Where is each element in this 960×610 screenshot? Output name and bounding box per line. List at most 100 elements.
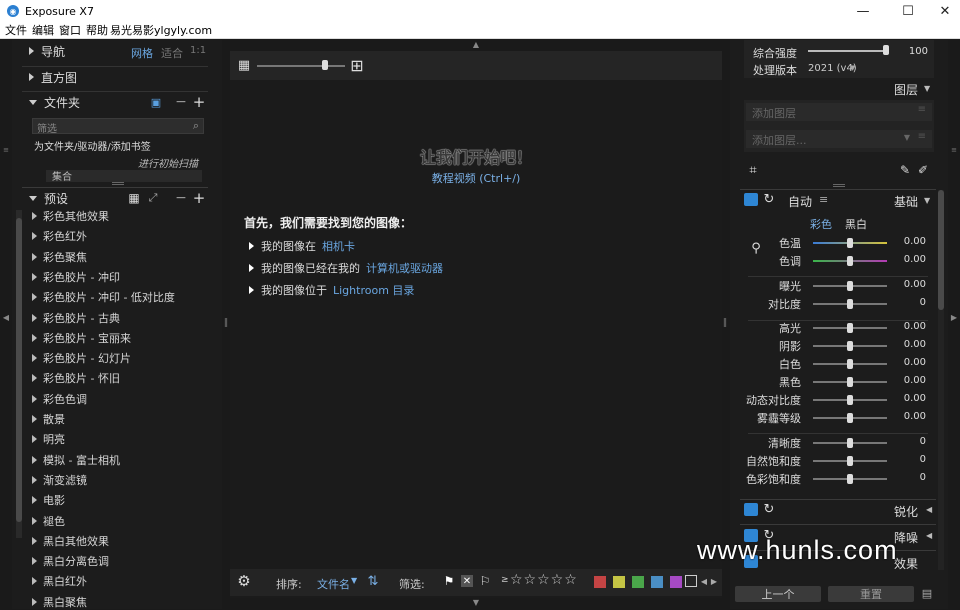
adjustment-value[interactable]: 0.00 <box>892 357 926 368</box>
adjustment-slider-knob[interactable] <box>847 456 853 466</box>
adjustment-value[interactable]: 0 <box>892 472 926 483</box>
preset-item[interactable]: 电影 <box>32 492 65 508</box>
preset-item[interactable]: 渐变滤镜 <box>32 472 87 488</box>
left-splitter-handle[interactable]: ‖ <box>223 316 229 330</box>
paint-icon[interactable]: ✐ <box>916 163 930 177</box>
nav-mode-fit[interactable]: 适合 <box>161 45 183 61</box>
menu-edit[interactable]: 编辑 <box>32 22 54 38</box>
folder-monitor-icon[interactable]: ▣ <box>149 96 163 109</box>
intensity-slider-knob[interactable] <box>883 45 889 55</box>
panel-menu-icon[interactable]: ▤ <box>919 586 935 600</box>
adjustment-value[interactable]: 0.00 <box>892 279 926 290</box>
adjustment-slider-knob[interactable] <box>847 323 853 333</box>
flag-pick-icon[interactable]: ⚑ <box>442 574 456 588</box>
adjustment-slider-knob[interactable] <box>847 359 853 369</box>
sharpen-toggle-icon[interactable] <box>744 503 758 516</box>
grid-view-icon[interactable]: ▦ <box>128 191 140 205</box>
preset-item[interactable]: 彩色聚焦 <box>32 249 87 265</box>
preset-scrollbar[interactable] <box>16 210 22 538</box>
folders-header[interactable]: 文件夹 <box>29 94 149 110</box>
computer-drive-link[interactable]: 计算机或驱动器 <box>366 260 443 276</box>
color-label-swatch[interactable] <box>613 576 625 588</box>
large-grid-icon[interactable]: ⊞ <box>349 56 365 75</box>
adjustment-slider-knob[interactable] <box>847 256 853 266</box>
thumbnail-slider-knob[interactable] <box>322 60 328 70</box>
right-scrollbar[interactable] <box>938 190 944 570</box>
preset-item[interactable]: 彩色胶片 - 冲印 <box>32 269 120 285</box>
basic-panel-title[interactable]: 基础 <box>894 193 918 210</box>
adjustment-slider-knob[interactable] <box>847 299 853 309</box>
left-arrow-icon[interactable]: ◀ <box>2 312 10 322</box>
collapse-arrow-icon[interactable]: ▼ <box>924 196 930 205</box>
layer-menu-icon[interactable]: ≡ <box>918 104 926 115</box>
maximize-button[interactable]: ☐ <box>893 0 923 22</box>
scrollbar-thumb[interactable] <box>16 218 22 522</box>
color-label-swatch[interactable] <box>651 576 663 588</box>
preset-item[interactable]: 明亮 <box>32 431 65 447</box>
panel-resize-handle[interactable] <box>112 182 124 185</box>
adjustment-slider-knob[interactable] <box>847 438 853 448</box>
preset-item[interactable]: 彩色胶片 - 怀旧 <box>32 370 120 386</box>
panel-resize-handle[interactable] <box>833 184 845 187</box>
tutorial-link[interactable]: 教程视频 (Ctrl+/) <box>230 170 722 186</box>
lightroom-link[interactable]: Lightroom 目录 <box>333 282 414 298</box>
star-rating-filter[interactable]: ☆☆☆☆☆ <box>510 572 578 588</box>
reset-cycle-icon[interactable]: ↻ <box>762 502 776 517</box>
adjustment-value[interactable]: 0 <box>892 454 926 465</box>
brush-icon[interactable]: ✎ <box>898 163 912 177</box>
color-label-swatch[interactable] <box>632 576 644 588</box>
nav-mode-1to1[interactable]: 1:1 <box>190 45 206 56</box>
reset-cycle-icon[interactable]: ↻ <box>762 192 776 207</box>
preset-item[interactable]: 黑白分离色调 <box>32 553 109 569</box>
preset-item[interactable]: 褪色 <box>32 513 65 529</box>
adjustment-value[interactable]: 0 <box>892 436 926 447</box>
close-button[interactable]: ✕ <box>930 0 960 22</box>
adjustment-slider-knob[interactable] <box>847 238 853 248</box>
preset-item[interactable]: 彩色胶片 - 幻灯片 <box>32 350 131 366</box>
adjustment-slider-knob[interactable] <box>847 377 853 387</box>
nav-mode-grid[interactable]: 网格 <box>131 45 153 61</box>
adjustment-value[interactable]: 0.00 <box>892 321 926 332</box>
remove-icon[interactable]: − <box>175 94 187 110</box>
left-collapse-handle[interactable]: ≡ <box>2 146 10 154</box>
adjustment-value[interactable]: 0.00 <box>892 375 926 386</box>
layer-row-1[interactable]: 添加图层 ≡ <box>746 103 932 121</box>
preset-item[interactable]: 彩色胶片 - 宝丽来 <box>32 330 131 346</box>
adjustment-value[interactable]: 0 <box>892 297 926 308</box>
right-arrow-icon[interactable]: ▶ <box>950 312 958 322</box>
camera-card-link[interactable]: 相机卡 <box>322 238 355 254</box>
adjustment-value[interactable]: 0.00 <box>892 339 926 350</box>
settings-gear-icon[interactable]: ⚙ <box>236 572 252 590</box>
preset-item[interactable]: 散景 <box>32 411 65 427</box>
sharpen-panel-title[interactable]: 锐化 <box>894 503 918 520</box>
presets-header[interactable]: 预设 <box>29 190 129 206</box>
adjustment-slider-knob[interactable] <box>847 474 853 484</box>
preset-item[interactable]: 彩色色调 <box>32 391 87 407</box>
sort-direction-icon[interactable]: ⇅ <box>366 574 380 589</box>
preset-item[interactable]: 黑白聚焦 <box>32 594 87 610</box>
adjustment-slider-knob[interactable] <box>847 341 853 351</box>
layer-row-2[interactable]: 添加图层... ▼ ≡ <box>746 130 932 148</box>
sort-dropdown[interactable]: 文件名 <box>317 576 350 592</box>
expand-arrow-icon[interactable]: ◀ <box>926 505 932 514</box>
layers-label[interactable]: 图层 <box>894 81 918 98</box>
flag-none-icon[interactable]: ⚐ <box>478 574 492 588</box>
intensity-slider[interactable] <box>808 50 888 52</box>
adjustment-slider-knob[interactable] <box>847 413 853 423</box>
remove-icon[interactable]: − <box>175 190 187 206</box>
adjustment-value[interactable]: 0.00 <box>892 393 926 404</box>
basic-toggle-icon[interactable] <box>744 193 758 206</box>
preset-item[interactable]: 彩色胶片 - 冲印 - 低对比度 <box>32 289 175 305</box>
scrollbar-thumb[interactable] <box>938 190 944 310</box>
right-splitter-handle[interactable]: ‖ <box>722 316 728 330</box>
expand-view-icon[interactable]: ⤢ <box>147 191 159 204</box>
auto-button[interactable]: 自动 <box>788 193 812 210</box>
option-camera-card[interactable]: 我的图像在 相机卡 <box>249 238 355 254</box>
basic-menu-icon[interactable]: ≡ <box>819 193 828 206</box>
expand-arrow-icon[interactable]: ◀ <box>926 531 932 540</box>
scroll-right-icon[interactable]: ▶ <box>710 575 718 587</box>
adjustment-slider-knob[interactable] <box>847 395 853 405</box>
color-label-swatch[interactable] <box>594 576 606 588</box>
thumbnail-size-slider[interactable] <box>257 65 345 67</box>
menu-file[interactable]: 文件 <box>5 22 27 38</box>
